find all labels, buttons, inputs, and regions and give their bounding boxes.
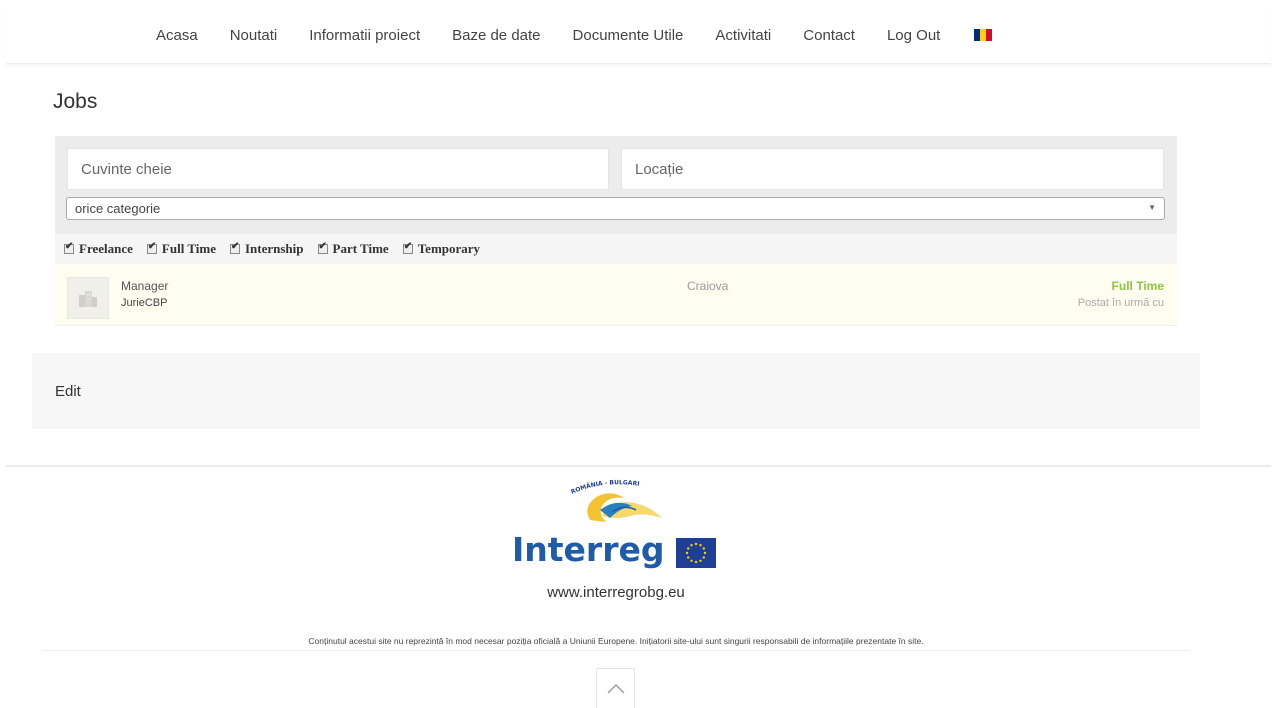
- nav-item-activitati[interactable]: Activitati: [715, 27, 771, 44]
- checkbox-icon[interactable]: [317, 241, 328, 254]
- keywords-input[interactable]: [67, 148, 609, 190]
- romanian-flag-icon[interactable]: [974, 29, 993, 41]
- filter-label: Full Time: [161, 241, 216, 256]
- chevron-up-icon: [607, 683, 624, 693]
- job-type-badge: Full Time: [1111, 279, 1164, 293]
- footer: ROMÂNIA - BULGARIA Interreg www.interreg…: [42, 470, 1190, 651]
- job-posted-date: Postat în urmă cu: [1077, 297, 1164, 309]
- nav-item-contact[interactable]: Contact: [803, 27, 855, 44]
- job-search-panel: orice categorie ▼: [55, 136, 1177, 234]
- interreg-emblem-icon: ROMÂNIA - BULGARIA: [512, 472, 662, 522]
- company-name: JurieCBP: [121, 297, 168, 309]
- eu-flag-icon: [676, 538, 716, 568]
- filter-internship[interactable]: Internship: [229, 241, 304, 257]
- website-url[interactable]: www.interregrobg.eu: [42, 584, 1190, 601]
- edit-panel: Edit: [32, 353, 1200, 429]
- nav-menu: Acasa Noutati Informatii proiect Baze de…: [156, 6, 993, 64]
- location-input[interactable]: [621, 148, 1164, 190]
- job-type-filters: Freelance Full Time Internship Part Time…: [55, 234, 1177, 264]
- filter-label: Part Time: [332, 241, 389, 256]
- nav-item-acasa[interactable]: Acasa: [156, 27, 198, 44]
- back-to-top-button[interactable]: [596, 668, 635, 708]
- logo-wordmark: Interreg: [512, 530, 665, 569]
- footer-divider: [6, 465, 1271, 467]
- filter-label: Temporary: [417, 241, 481, 256]
- filter-full-time[interactable]: Full Time: [146, 241, 216, 257]
- checkbox-icon[interactable]: [402, 241, 413, 254]
- checkbox-icon[interactable]: [146, 241, 157, 254]
- filter-part-time[interactable]: Part Time: [317, 241, 389, 257]
- category-select-value: orice categorie: [75, 201, 161, 216]
- filter-label: Internship: [244, 241, 304, 256]
- nav-item-documente-utile[interactable]: Documente Utile: [573, 27, 684, 44]
- nav-item-informatii-proiect[interactable]: Informatii proiect: [309, 27, 420, 44]
- interreg-logo[interactable]: ROMÂNIA - BULGARIA Interreg: [512, 472, 722, 572]
- page-title: Jobs: [53, 90, 98, 113]
- filter-temporary[interactable]: Temporary: [402, 241, 481, 257]
- company-placeholder-icon: [67, 277, 109, 319]
- filter-freelance[interactable]: Freelance: [64, 241, 133, 257]
- eu-disclaimer: Conținutul acestui site nu reprezintă în…: [308, 636, 924, 646]
- category-select[interactable]: orice categorie ▼: [66, 197, 1165, 220]
- edit-link[interactable]: Edit: [55, 383, 81, 400]
- chevron-down-icon: ▼: [1148, 203, 1156, 212]
- checkbox-icon[interactable]: [229, 241, 240, 254]
- logo-arc-text: ROMÂNIA - BULGARIA: [512, 472, 640, 496]
- filter-label: Freelance: [79, 241, 133, 256]
- job-location: Craiova: [687, 279, 729, 293]
- nav-item-noutati[interactable]: Noutati: [230, 27, 278, 44]
- nav-item-log-out[interactable]: Log Out: [887, 27, 940, 44]
- nav-item-baze-de-date[interactable]: Baze de date: [452, 27, 540, 44]
- top-navigation: Acasa Noutati Informatii proiect Baze de…: [6, 6, 1271, 64]
- checkbox-icon[interactable]: [64, 241, 74, 254]
- job-title: Manager: [121, 279, 169, 293]
- svg-text:ROMÂNIA - BULGARIA: ROMÂNIA - BULGARIA: [512, 472, 640, 496]
- job-listing-row[interactable]: Manager JurieCBP Craiova Full Time Posta…: [55, 264, 1177, 326]
